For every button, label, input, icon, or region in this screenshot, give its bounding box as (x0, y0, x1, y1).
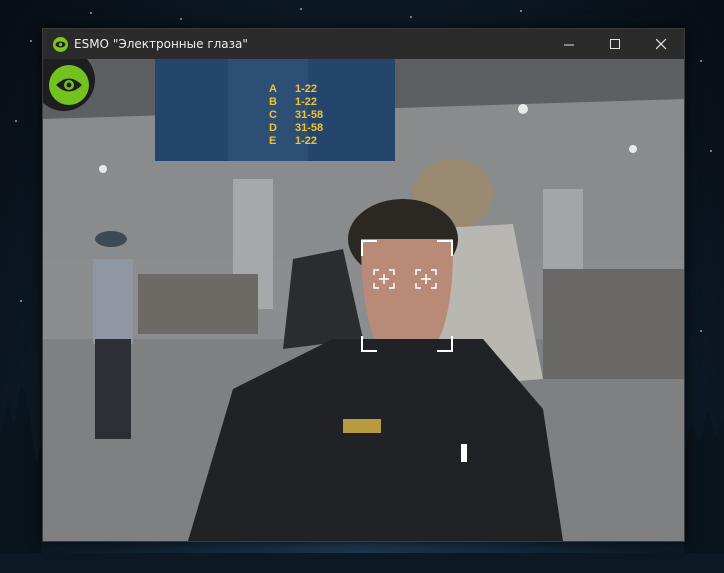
right-eye-marker (415, 269, 437, 289)
left-eye-marker (373, 269, 395, 289)
sign-gate-letter: D (269, 122, 277, 134)
window-title: ESMO "Электронные глаза" (74, 37, 248, 51)
sign-gate-letter: C (269, 109, 277, 121)
minimize-button[interactable] (546, 29, 592, 59)
face-frame (361, 240, 453, 352)
maximize-icon (609, 38, 620, 49)
minimize-icon (563, 44, 574, 45)
camera-view: A 1-22 B 1-22 C 31-58 D 31-58 E 1-22 (43, 59, 684, 541)
app-window: ESMO "Электронные глаза" A 1-22 B 1-22 C… (42, 28, 685, 542)
sign-gate-letter: A (269, 83, 277, 95)
sign-gate-range: 1-22 (295, 96, 317, 108)
close-icon (655, 38, 666, 49)
sign-gate-range: 1-22 (295, 135, 317, 147)
close-button[interactable] (638, 29, 684, 59)
sign-gate-letter: B (269, 96, 277, 108)
eye-icon (49, 65, 89, 105)
sign-gate-range: 31-58 (295, 122, 323, 134)
title-bar[interactable]: ESMO "Электронные глаза" (43, 29, 684, 59)
sign-gate-range: 31-58 (295, 109, 323, 121)
app-eye-icon (53, 36, 68, 52)
sign-gate-letter: E (269, 135, 276, 147)
sign-gate-range: 1-22 (295, 83, 317, 95)
maximize-button[interactable] (592, 29, 638, 59)
